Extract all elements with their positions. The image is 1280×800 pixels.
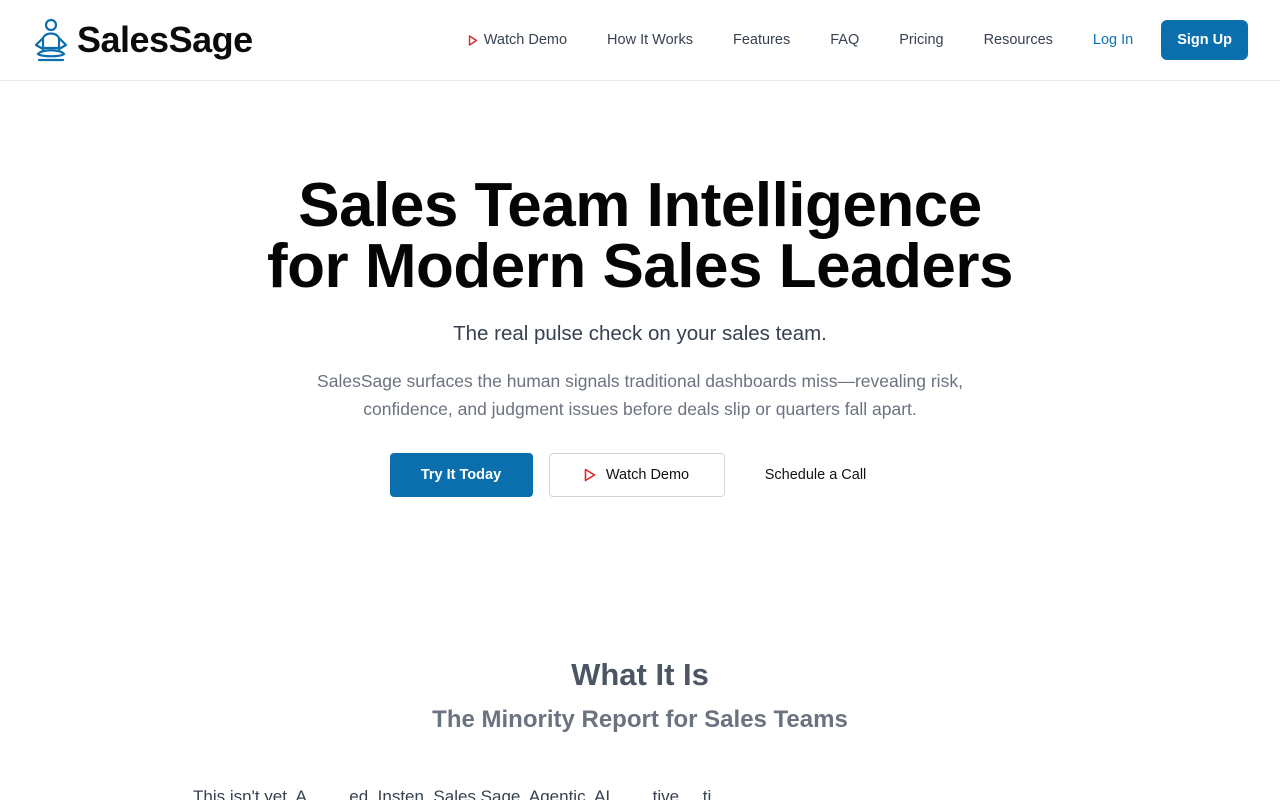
watch-demo-label: Watch Demo <box>605 467 690 483</box>
brand-logo[interactable]: SalesSage <box>33 18 253 62</box>
brand-name: SalesSage <box>77 19 253 60</box>
what-it-is-section: What It Is The Minority Report for Sales… <box>0 655 1280 736</box>
nav-watch-demo-label: Watch Demo <box>483 32 568 48</box>
login-link[interactable]: Log In <box>1093 32 1133 48</box>
nav-how-it-works[interactable]: How It Works <box>607 32 693 48</box>
section-title: What It Is <box>571 657 709 692</box>
hero-tagline: The real pulse check on your sales team. <box>453 322 827 345</box>
play-icon <box>468 34 477 46</box>
nav-resources[interactable]: Resources <box>984 32 1053 48</box>
hero-title-line1: Sales Team Intelligence <box>298 171 982 240</box>
hero-description: SalesSage surfaces the human signals tra… <box>317 371 963 419</box>
section-body-text: This isn't yet. A. ... ...ed. Insten. Sa… <box>193 787 726 800</box>
nav-pricing[interactable]: Pricing <box>899 32 943 48</box>
watch-demo-button[interactable]: Watch Demo <box>548 453 725 497</box>
hero-title: Sales Team Intelligence for Modern Sales… <box>0 171 1280 301</box>
signup-button[interactable]: Sign Up <box>1161 20 1248 60</box>
meditating-figure-icon <box>34 18 68 62</box>
schedule-call-link[interactable]: Schedule a Call <box>741 453 891 497</box>
try-it-today-button[interactable]: Try It Today <box>389 453 533 497</box>
site-header: SalesSage Watch Demo How It Works Featur… <box>0 0 1280 81</box>
nav-watch-demo[interactable]: Watch Demo <box>468 32 567 48</box>
hero-section: Sales Team Intelligence for Modern Sales… <box>0 175 1280 423</box>
section-subtitle: The Minority Report for Sales Teams <box>432 706 848 733</box>
nav-features[interactable]: Features <box>733 32 790 48</box>
main-nav: Watch Demo How It Works Features FAQ Pri… <box>468 20 1248 60</box>
nav-faq[interactable]: FAQ <box>830 32 859 48</box>
play-icon <box>584 468 596 482</box>
hero-title-line2: for Modern Sales Leaders <box>266 232 1014 301</box>
cta-row: Try It Today Watch Demo Schedule a Call <box>0 453 1280 497</box>
